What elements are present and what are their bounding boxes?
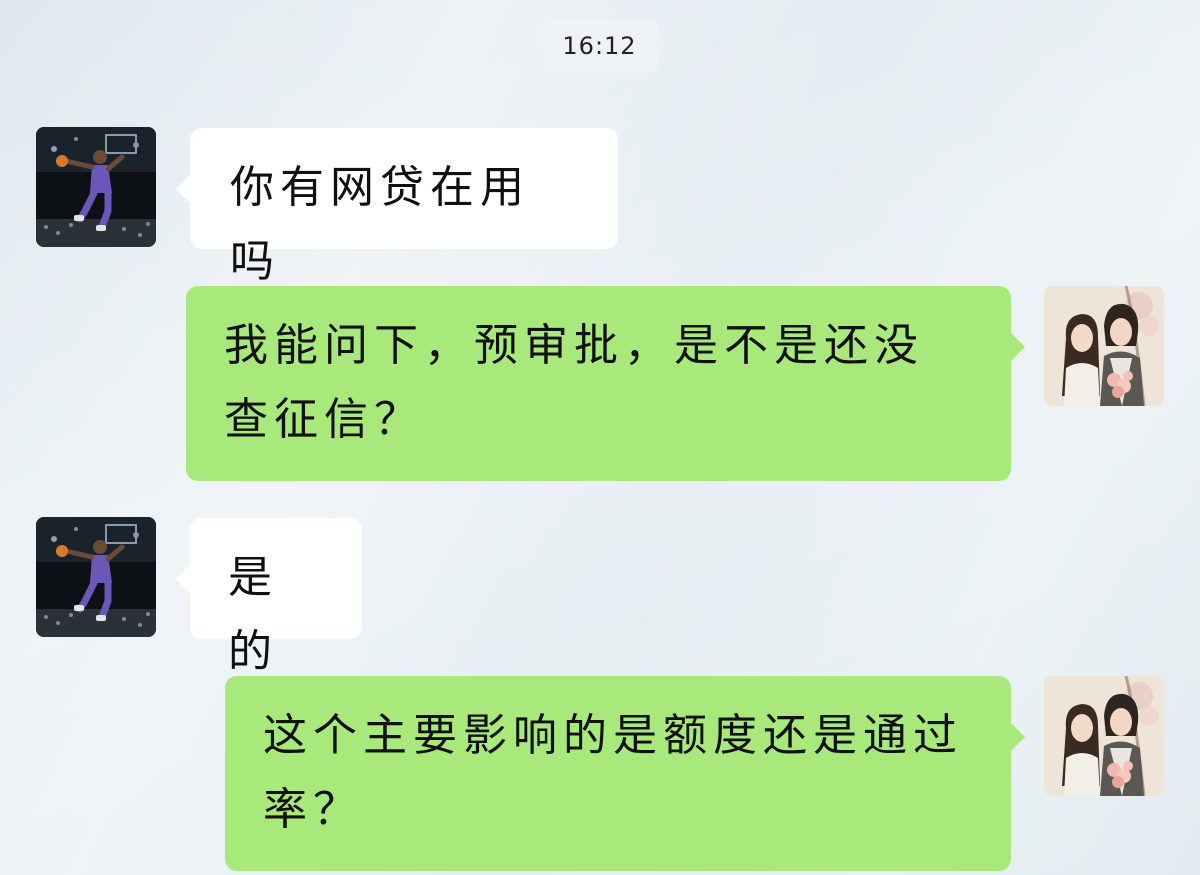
- user-avatar[interactable]: [1044, 676, 1164, 796]
- contact-avatar[interactable]: [36, 517, 156, 637]
- timestamp: 16:12: [541, 19, 658, 73]
- contact-avatar[interactable]: [36, 127, 156, 247]
- message-text: 这个主要影响的是额度还是通过率？: [263, 710, 963, 835]
- user-avatar[interactable]: [1044, 286, 1164, 406]
- incoming-message-bubble[interactable]: 你有网贷在用吗: [176, 128, 618, 287]
- message-text: 是的: [228, 552, 278, 677]
- message-text: 你有网贷在用吗: [230, 162, 530, 287]
- message-text: 我能问下，预审批，是不是还没查征信？: [224, 320, 924, 445]
- outgoing-message-bubble[interactable]: 这个主要影响的是额度还是通过率？: [225, 676, 1025, 871]
- incoming-message-bubble[interactable]: 是的: [176, 518, 362, 677]
- outgoing-message-bubble[interactable]: 我能问下，预审批，是不是还没查征信？: [186, 286, 1025, 481]
